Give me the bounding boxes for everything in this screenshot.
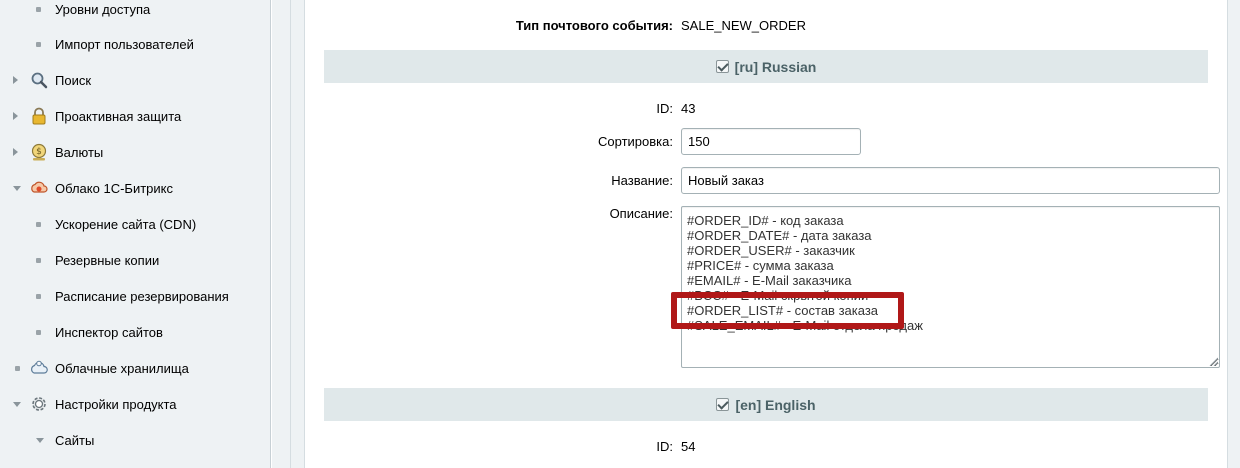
- section-header-en: [en] English: [324, 388, 1208, 421]
- section-ru-checkbox[interactable]: [715, 60, 729, 73]
- divider: [290, 0, 291, 468]
- collapse-arrow-icon[interactable]: [36, 437, 44, 443]
- sidebar-item-label: Импорт пользователей: [55, 36, 194, 52]
- sidebar-item-label: Поиск: [55, 72, 92, 88]
- lock-icon: [32, 107, 46, 125]
- sidebar-item-cdn[interactable]: Ускорение сайта (CDN): [0, 206, 270, 242]
- sidebar-item-label: Проактивная защита: [55, 108, 182, 124]
- description-line: #ORDER_DATE# - дата заказа: [687, 228, 872, 243]
- expand-arrow-icon[interactable]: [13, 148, 18, 156]
- id-label: ID:: [656, 439, 673, 454]
- bullet-icon: [36, 257, 41, 263]
- sidebar-item-sites[interactable]: Сайты: [0, 422, 270, 458]
- sidebar-item-label: Расписание резервирования: [55, 288, 229, 304]
- bullet-icon: [36, 6, 41, 12]
- description-line: #ORDER_LIST# - состав заказа: [687, 303, 879, 318]
- id-value: 54: [681, 439, 696, 454]
- bullet-icon: [15, 365, 20, 371]
- sidebar-item-label: Уровни доступа: [55, 1, 151, 17]
- sidebar-item-label: Ускорение сайта (CDN): [55, 216, 197, 232]
- svg-text:$: $: [36, 147, 42, 157]
- sidebar-item-label: Валюты: [55, 144, 104, 160]
- description-textarea[interactable]: #ORDER_ID# - код заказа #ORDER_DATE# - д…: [681, 206, 1220, 368]
- sidebar-item-label: Сайты: [55, 432, 95, 448]
- sidebar-item-product-settings[interactable]: Настройки продукта: [0, 386, 270, 422]
- collapse-arrow-icon[interactable]: [13, 185, 21, 191]
- sidebar-item-label: Облако 1С-Битрикс: [55, 180, 173, 196]
- sidebar-item-search[interactable]: Поиск: [0, 62, 270, 98]
- search-icon: [31, 72, 48, 89]
- resize-grip-icon[interactable]: [1208, 356, 1218, 366]
- sidebar-item-cloud-storage[interactable]: Облачные хранилища: [0, 350, 270, 386]
- description-line: #EMAIL# - E-Mail заказчика: [687, 273, 852, 288]
- sidebar-item-bitrix-cloud[interactable]: Облако 1С-Битрикс: [0, 170, 270, 206]
- sidebar-item-proactive-protection[interactable]: Проактивная защита: [0, 98, 270, 134]
- sidebar-item-user-import[interactable]: Импорт пользователей: [0, 26, 270, 62]
- name-label: Название:: [611, 173, 673, 188]
- id-label: ID:: [656, 101, 673, 116]
- sort-input[interactable]: [681, 128, 861, 155]
- sort-label: Сортировка:: [598, 134, 673, 149]
- sidebar-item-currencies[interactable]: $ Валюты: [0, 134, 270, 170]
- sidebar-item-backup-schedule[interactable]: Расписание резервирования: [0, 278, 270, 314]
- description-line: #BCC# - E-Mail скрытой копии: [687, 288, 869, 303]
- coin-icon: $: [31, 143, 47, 161]
- sidebar-resize-gutter[interactable]: [272, 0, 304, 468]
- name-input[interactable]: [681, 167, 1220, 194]
- description-line: #PRICE# - сумма заказа: [687, 258, 834, 273]
- sidebar-item-label: Облачные хранилища: [55, 360, 189, 376]
- section-header-ru: [ru] Russian: [324, 50, 1208, 83]
- id-value: 43: [681, 101, 696, 116]
- expand-arrow-icon[interactable]: [13, 112, 18, 120]
- cloud-storage-icon: [31, 360, 48, 374]
- sidebar-item-access-levels[interactable]: Уровни доступа: [0, 0, 270, 27]
- description-line: #SALE_EMAIL# - E-Mail отдела продаж: [687, 318, 923, 333]
- expand-arrow-icon[interactable]: [13, 76, 18, 84]
- section-title: [ru] Russian: [734, 58, 817, 75]
- bullet-icon: [36, 329, 41, 335]
- section-en-checkbox[interactable]: [716, 398, 730, 411]
- sidebar-item-label: Настройки продукта: [55, 396, 177, 412]
- bullet-icon: [36, 41, 41, 47]
- section-title: [en] English: [735, 396, 816, 413]
- cloud-bitrix-icon: [31, 181, 48, 193]
- description-line: #ORDER_USER# - заказчик: [687, 243, 855, 258]
- event-type-label: Тип почтового события:: [515, 18, 673, 33]
- sidebar-item-label: Инспектор сайтов: [55, 324, 163, 340]
- bullet-icon: [36, 293, 41, 299]
- description-label: Описание:: [609, 206, 673, 221]
- bullet-icon: [36, 221, 41, 227]
- description-line: #ORDER_ID# - код заказа: [687, 213, 844, 228]
- sidebar: Уровни доступа Импорт пользователей Поис…: [0, 0, 271, 468]
- event-type-value: SALE_NEW_ORDER: [681, 18, 806, 33]
- right-margin: [1228, 0, 1240, 468]
- collapse-arrow-icon[interactable]: [13, 401, 21, 407]
- sidebar-item-site-inspector[interactable]: Инспектор сайтов: [0, 314, 270, 350]
- gear-icon: [32, 397, 46, 411]
- sidebar-item-label: Резервные копии: [55, 252, 160, 268]
- sidebar-item-backups[interactable]: Резервные копии: [0, 242, 270, 278]
